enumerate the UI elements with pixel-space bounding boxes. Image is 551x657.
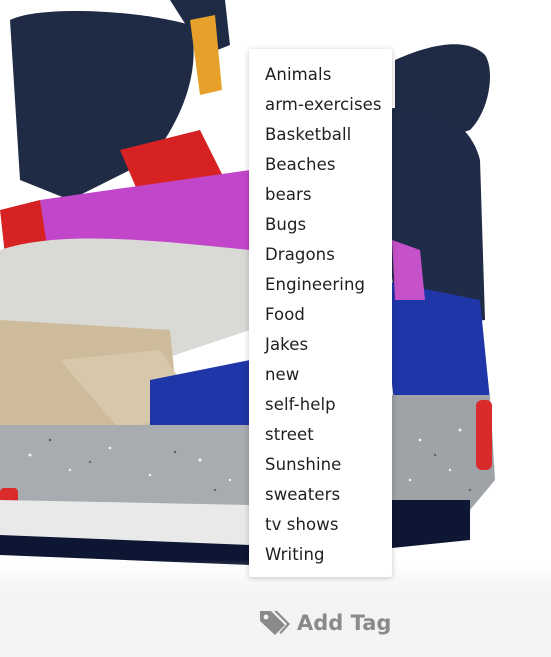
tag-option[interactable]: tv shows (249, 510, 392, 540)
tag-option[interactable]: Jakes (249, 330, 392, 360)
tag-option[interactable]: Food (249, 300, 392, 330)
tag-option[interactable]: Basketball (249, 120, 392, 150)
tag-option[interactable]: street (249, 420, 392, 450)
tag-option[interactable]: Writing (249, 540, 392, 570)
tags-icon (260, 611, 290, 635)
tag-option[interactable]: Beaches (249, 150, 392, 180)
tag-option[interactable]: new (249, 360, 392, 390)
tag-option[interactable]: Animals (249, 60, 392, 90)
tag-option[interactable]: bears (249, 180, 392, 210)
tag-option[interactable]: Bugs (249, 210, 392, 240)
tag-option[interactable]: arm-exercises (249, 90, 392, 120)
tag-option[interactable]: Dragons (249, 240, 392, 270)
tag-option[interactable]: Engineering (249, 270, 392, 300)
tag-option[interactable]: sweaters (249, 480, 392, 510)
tag-option[interactable]: self-help (249, 390, 392, 420)
tag-option[interactable]: Sunshine (249, 450, 392, 480)
tag-dropdown-menu: Animals arm-exercises Basketball Beaches… (249, 49, 392, 577)
add-tag-button[interactable]: Add Tag (258, 607, 391, 639)
tag-picker-screen: Animals arm-exercises Basketball Beaches… (0, 0, 551, 657)
add-tag-label: Add Tag (297, 611, 392, 635)
